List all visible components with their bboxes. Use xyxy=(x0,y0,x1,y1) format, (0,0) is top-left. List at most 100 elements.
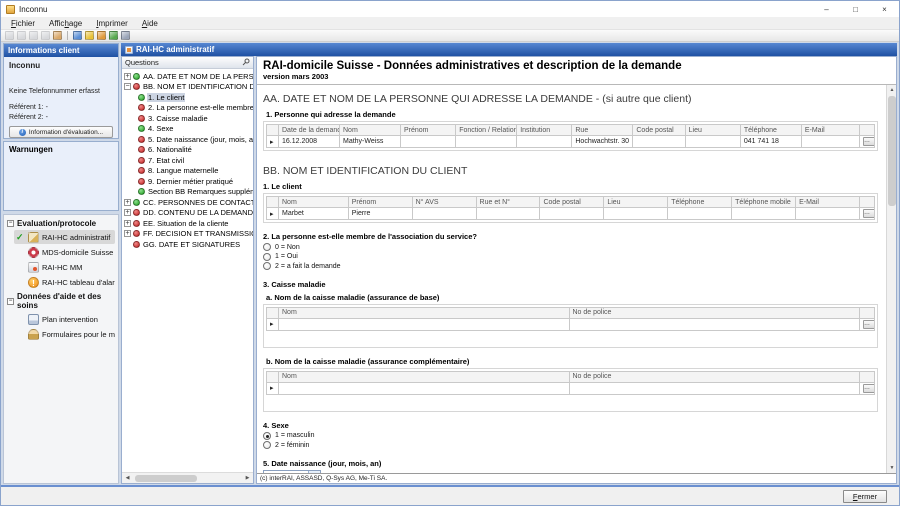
grid-cell-pr-nom[interactable]: Pierre xyxy=(348,208,412,220)
ellipsis-button[interactable]: … xyxy=(863,209,875,218)
grid-cell-nom[interactable]: Mathy-Weiss xyxy=(340,136,401,148)
tree-item-5-date-naissance-jour-mois-an[interactable]: 5. Date naissance (jour, mois, an) xyxy=(122,134,253,145)
tree-item-dd-contenu-de-la-demande[interactable]: +DD. CONTENU DE LA DEMANDE xyxy=(122,208,253,219)
vscroll-thumb[interactable] xyxy=(888,96,896,206)
close-button[interactable]: × xyxy=(870,1,899,17)
grid-cell-no-de-police[interactable] xyxy=(569,382,860,394)
plus-expander-icon[interactable]: + xyxy=(124,220,131,227)
form-vscrollbar[interactable]: ▲ ▼ xyxy=(886,85,896,473)
grid-cell-nom[interactable]: Marbet xyxy=(279,208,349,220)
protocol-item-formulaires-pour-le-m-decin[interactable]: ✓Formulaires pour le médecin xyxy=(14,327,115,341)
grid-data-row[interactable]: ▸16.12.2008Mathy-WeissHochwachtstr. 3004… xyxy=(267,136,875,148)
client-record-icon[interactable] xyxy=(53,31,62,40)
radio-option-1-masculin[interactable]: 1 = masculin xyxy=(263,432,880,441)
grid-cell-lieu[interactable] xyxy=(604,208,668,220)
grid-cell-code-postal[interactable] xyxy=(540,208,604,220)
tree-item-4-sexe[interactable]: 4. Sexe xyxy=(122,124,253,135)
menu-affichage[interactable]: Affichage xyxy=(42,17,89,29)
tree-item-1-le-client[interactable]: 1. Le client xyxy=(122,92,253,103)
tree-item-bb-nom-et-identification-du-cl[interactable]: −BB. NOM ET IDENTIFICATION DU CLIENT xyxy=(122,82,253,93)
hscroll-thumb[interactable] xyxy=(135,475,197,482)
grid-cell-fonction-relation[interactable] xyxy=(456,136,517,148)
tree-item-6-nationalit[interactable]: 6. Nationalité xyxy=(122,145,253,156)
grid-cell-rue-et-n[interactable] xyxy=(476,208,540,220)
radio-icon[interactable] xyxy=(263,243,271,251)
radio-icon[interactable] xyxy=(263,253,271,261)
protocol-item-rai-hc-administratif[interactable]: ✓RAI-HC administratif xyxy=(14,230,115,244)
sync-icon[interactable] xyxy=(73,31,82,40)
info-icon: i xyxy=(19,129,26,136)
plus-expander-icon[interactable]: + xyxy=(124,230,131,237)
mds-icon xyxy=(28,247,39,258)
save-icon[interactable] xyxy=(85,31,94,40)
minus-expander-icon[interactable]: − xyxy=(124,83,131,90)
plus-expander-icon[interactable]: + xyxy=(124,209,131,216)
grid-cell-lieu[interactable] xyxy=(685,136,740,148)
grid-cell-rue[interactable]: Hochwachtstr. 30 xyxy=(572,136,633,148)
grid-cell-nom[interactable] xyxy=(279,382,570,394)
refresh-icon[interactable] xyxy=(109,31,118,40)
evaluation-info-button[interactable]: i Information d'évaluation... xyxy=(9,126,113,138)
tree-item-7-etat-civil[interactable]: 7. Etat civil xyxy=(122,155,253,166)
tree-item-9-dernier-m-tier-pratiqu[interactable]: 9. Dernier métier pratiqué xyxy=(122,176,253,187)
tree-item-ee-situation-de-la-cliente[interactable]: +EE. Situation de la cliente xyxy=(122,218,253,229)
tree-item-8-langue-maternelle[interactable]: 8. Langue maternelle xyxy=(122,166,253,177)
radio-option-1-oui[interactable]: 1 = Oui xyxy=(263,253,880,262)
grid-cell-nom[interactable] xyxy=(279,318,570,330)
radio-option-2-a-fait-la-demande[interactable]: 2 = a fait la demande xyxy=(263,262,880,271)
maximize-button[interactable]: □ xyxy=(841,1,870,17)
grid-cell-e-mail[interactable] xyxy=(801,136,859,148)
ellipsis-button[interactable]: … xyxy=(863,384,875,393)
protocol-item-mds-domicile-suisse[interactable]: ✓MDS-domicile Suisse xyxy=(14,245,115,259)
protocol-item-rai-hc-mm[interactable]: ✓RAI-HC MM xyxy=(14,260,115,274)
collapse-icon[interactable]: − xyxy=(7,220,14,227)
scroll-up-icon[interactable]: ▲ xyxy=(887,85,897,95)
radio-icon[interactable] xyxy=(263,441,271,449)
tree-hscrollbar[interactable]: ◀ ▶ xyxy=(122,472,253,483)
minimize-button[interactable]: – xyxy=(812,1,841,17)
ellipsis-button[interactable]: … xyxy=(863,320,875,329)
radio-icon[interactable] xyxy=(263,432,271,440)
tree-item-cc-personnes-de-contact[interactable]: +CC. PERSONNES DE CONTACT xyxy=(122,197,253,208)
grid-cell-no-de-police[interactable] xyxy=(569,318,860,330)
grid-cell-date-de-la-demande[interactable]: 16.12.2008 xyxy=(279,136,340,148)
radio-option-2-f-minin[interactable]: 2 = féminin xyxy=(263,441,880,450)
menu-fichier[interactable]: Fichier xyxy=(4,17,42,29)
tree-item-ff-decision-et-transmission[interactable]: +FF. DECISION ET TRANSMISSION xyxy=(122,229,253,240)
menu-imprimer[interactable]: Imprimer xyxy=(89,17,135,29)
lock-icon[interactable] xyxy=(97,31,106,40)
tree-item-gg-date-et-signatures[interactable]: GG. DATE ET SIGNATURES xyxy=(122,239,253,250)
tree-item-3-caisse-maladie[interactable]: 3. Caisse maladie xyxy=(122,113,253,124)
pin-icon[interactable] xyxy=(242,58,250,68)
tree-item-section-bb-remarques-suppl-men[interactable]: Section BB Remarques supplémentaires xyxy=(122,187,253,198)
grid-data-row[interactable]: ▸MarbetPierre… xyxy=(267,208,875,220)
grid-data-row[interactable]: ▸… xyxy=(267,318,875,330)
radio-option-0-non[interactable]: 0 = Non xyxy=(263,243,880,252)
plus-expander-icon[interactable]: + xyxy=(124,73,131,80)
ellipsis-button[interactable]: … xyxy=(863,137,875,146)
grid-cell-e-mail[interactable] xyxy=(796,208,860,220)
grid-cell-t-l-phone[interactable]: 041 741 18 xyxy=(740,136,801,148)
grid-cell-t-l-phone-mobile[interactable] xyxy=(732,208,796,220)
close-form-button[interactable]: Fermer xyxy=(843,490,887,503)
tree-item-aa-date-et-nom-de-la-personne-[interactable]: +AA. DATE ET NOM DE LA PERSONNE QUI AD xyxy=(122,71,253,82)
tree-item-2-la-personne-est-elle-membre-[interactable]: 2. La personne est-elle membre de l'asso… xyxy=(122,103,253,114)
grid-data-row[interactable]: ▸… xyxy=(267,382,875,394)
grid-cell-code-postal[interactable] xyxy=(633,136,685,148)
grid-cell-n-avs[interactable] xyxy=(412,208,476,220)
radio-icon[interactable] xyxy=(263,262,271,270)
grid-corner-cell xyxy=(860,307,875,318)
grid-cell-t-l-phone[interactable] xyxy=(668,208,732,220)
collapse-icon[interactable]: − xyxy=(7,298,14,305)
scroll-right-icon[interactable]: ▶ xyxy=(242,473,253,484)
menu-aide[interactable]: Aide xyxy=(135,17,165,29)
protocol-item-rai-hc-tableau-d-alarmes[interactable]: ✓RAI-HC tableau d'alarmes xyxy=(14,275,115,289)
radio-dot xyxy=(266,435,269,438)
grid-cell-institution[interactable] xyxy=(517,136,572,148)
scroll-left-icon[interactable]: ◀ xyxy=(122,473,133,484)
plus-expander-icon[interactable]: + xyxy=(124,199,131,206)
print-preview-icon[interactable] xyxy=(121,31,130,40)
grid-cell-pr-nom[interactable] xyxy=(401,136,456,148)
protocol-item-plan-intervention[interactable]: ✓Plan intervention xyxy=(14,312,115,326)
scroll-down-icon[interactable]: ▼ xyxy=(887,463,897,473)
